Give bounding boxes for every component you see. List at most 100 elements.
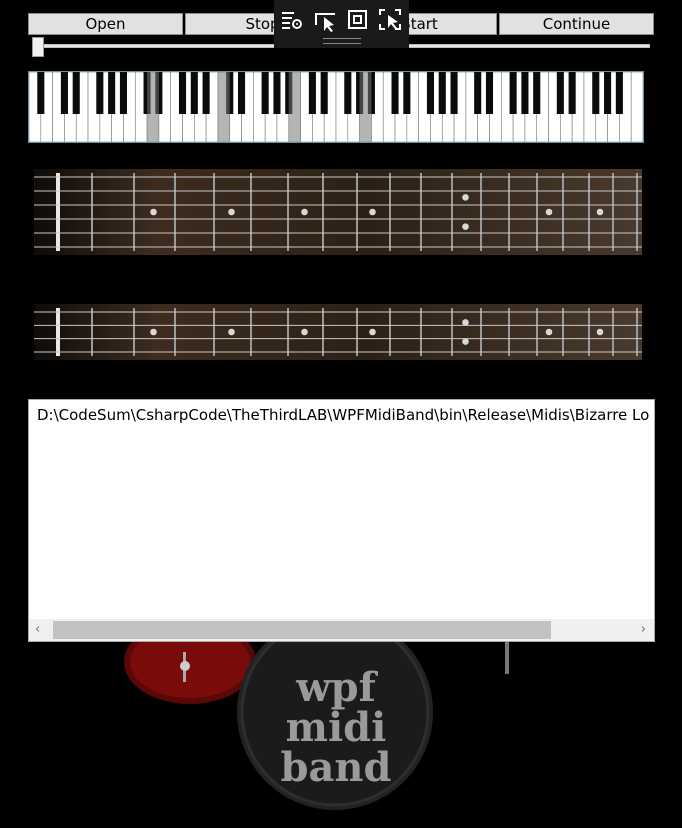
settings-list-icon[interactable] bbox=[278, 6, 306, 34]
scrollbar-thumb[interactable] bbox=[53, 621, 551, 639]
fret-wire bbox=[389, 308, 391, 356]
fret-inlay-dot bbox=[228, 328, 235, 336]
piano-black-key[interactable] bbox=[604, 72, 612, 114]
scroll-right-icon[interactable]: › bbox=[641, 622, 646, 637]
piano-black-key[interactable] bbox=[521, 72, 529, 114]
piano-black-key[interactable] bbox=[474, 72, 482, 114]
piano-black-key[interactable] bbox=[37, 72, 45, 114]
fret-wire bbox=[588, 308, 590, 356]
horizontal-scrollbar[interactable]: ‹ › bbox=[29, 619, 654, 641]
fret-wire bbox=[174, 308, 176, 356]
fret-wire bbox=[562, 308, 564, 356]
fret-inlay-dot bbox=[462, 319, 469, 326]
piano-highlighted-key bbox=[359, 72, 372, 142]
piano-black-key[interactable] bbox=[261, 72, 269, 114]
piano-highlighted-key bbox=[217, 72, 230, 142]
fullscreen-icon[interactable] bbox=[344, 6, 372, 34]
piano-highlighted-key bbox=[288, 72, 301, 142]
piano-black-key[interactable] bbox=[533, 72, 541, 114]
piano-black-key[interactable] bbox=[96, 72, 104, 114]
fretboard-nut bbox=[56, 173, 60, 251]
piano-black-key[interactable] bbox=[485, 72, 494, 114]
piano-black-key[interactable] bbox=[391, 72, 399, 114]
piano-black-key[interactable] bbox=[108, 72, 116, 114]
fret-wire bbox=[213, 308, 215, 356]
piano-black-key[interactable] bbox=[178, 72, 187, 114]
fret-wire bbox=[287, 173, 289, 251]
scroll-left-icon[interactable]: ‹ bbox=[35, 622, 40, 637]
fret-wire bbox=[213, 173, 215, 251]
piano-white-key[interactable] bbox=[630, 72, 643, 142]
midi-file-log[interactable]: D:\CodeSum\CsharpCode\TheThirdLAB\WPFMid… bbox=[28, 399, 655, 642]
drum-logo-line2: band bbox=[280, 744, 392, 791]
piano-black-key[interactable] bbox=[273, 72, 281, 114]
fret-wire bbox=[250, 308, 252, 356]
fret-wire bbox=[420, 308, 422, 356]
fret-wire bbox=[250, 173, 252, 251]
toolbar-drag-handle[interactable] bbox=[323, 38, 361, 44]
piano-black-key[interactable] bbox=[592, 72, 600, 114]
piano-black-key[interactable] bbox=[308, 72, 316, 114]
fret-wire bbox=[451, 173, 453, 251]
fret-wire bbox=[536, 173, 538, 251]
fret-wire bbox=[356, 173, 358, 251]
fret-wire bbox=[133, 173, 135, 251]
piano-black-key[interactable] bbox=[615, 72, 623, 114]
fret-inlay-dot bbox=[545, 208, 553, 216]
fret-inlay-dot bbox=[596, 328, 604, 336]
fretboard-nut bbox=[56, 308, 60, 356]
fret-wire bbox=[91, 308, 93, 356]
piano-black-key[interactable] bbox=[238, 72, 246, 114]
fret-wire bbox=[562, 173, 564, 251]
fret-inlay-dot bbox=[301, 328, 308, 336]
fret-wire bbox=[480, 308, 482, 356]
bass-fretboard[interactable] bbox=[34, 304, 642, 360]
open-button[interactable]: Open bbox=[28, 13, 183, 35]
guitar-fretboard[interactable] bbox=[34, 169, 642, 255]
fret-wire bbox=[287, 308, 289, 356]
fret-wire bbox=[636, 173, 638, 251]
drum-logo-line1: wpf midi bbox=[285, 664, 387, 751]
select-cursor-icon[interactable] bbox=[312, 6, 340, 34]
fret-inlay-dot bbox=[545, 328, 553, 336]
fret-wire bbox=[91, 173, 93, 251]
piano-black-key[interactable] bbox=[556, 72, 564, 114]
fret-wire bbox=[480, 173, 482, 251]
piano-black-key[interactable] bbox=[568, 72, 576, 114]
piano-black-key[interactable] bbox=[320, 72, 328, 114]
fret-inlay-dot bbox=[369, 208, 376, 216]
piano-black-key[interactable] bbox=[403, 72, 411, 114]
piano-black-key[interactable] bbox=[202, 72, 210, 114]
piano-black-key[interactable] bbox=[509, 72, 517, 114]
fret-wire bbox=[612, 173, 614, 251]
fret-wire bbox=[588, 173, 590, 251]
fret-inlay-dot bbox=[150, 328, 157, 336]
floating-toolbar bbox=[274, 0, 409, 48]
piano-keyboard[interactable] bbox=[28, 71, 644, 143]
progress-slider-thumb[interactable] bbox=[32, 37, 44, 57]
piano-black-key[interactable] bbox=[119, 72, 127, 114]
fret-inlay-dot bbox=[301, 208, 308, 216]
piano-black-key[interactable] bbox=[190, 72, 198, 114]
piano-black-key[interactable] bbox=[426, 72, 434, 114]
piano-black-key[interactable] bbox=[72, 72, 80, 114]
fret-wire bbox=[451, 308, 453, 356]
piano-black-key[interactable] bbox=[438, 72, 446, 114]
continue-button[interactable]: Continue bbox=[499, 13, 654, 35]
fret-wire bbox=[322, 173, 324, 251]
fret-inlay-dot bbox=[596, 208, 604, 216]
piano-black-key[interactable] bbox=[450, 72, 458, 114]
fret-inlay-dot bbox=[369, 328, 376, 336]
piano-keys[interactable] bbox=[29, 72, 643, 142]
fret-wire bbox=[174, 173, 176, 251]
drum-logo-label: wpf midi band bbox=[240, 668, 432, 788]
piano-black-key[interactable] bbox=[60, 72, 68, 114]
fret-wire bbox=[133, 308, 135, 356]
fret-inlay-dot bbox=[462, 338, 469, 345]
piano-highlighted-key bbox=[147, 72, 159, 142]
piano-black-key[interactable] bbox=[344, 72, 352, 114]
fret-wire bbox=[508, 308, 510, 356]
fret-wire bbox=[612, 308, 614, 356]
fret-inlay-dot bbox=[150, 208, 157, 216]
screenshot-select-icon[interactable] bbox=[377, 6, 405, 34]
